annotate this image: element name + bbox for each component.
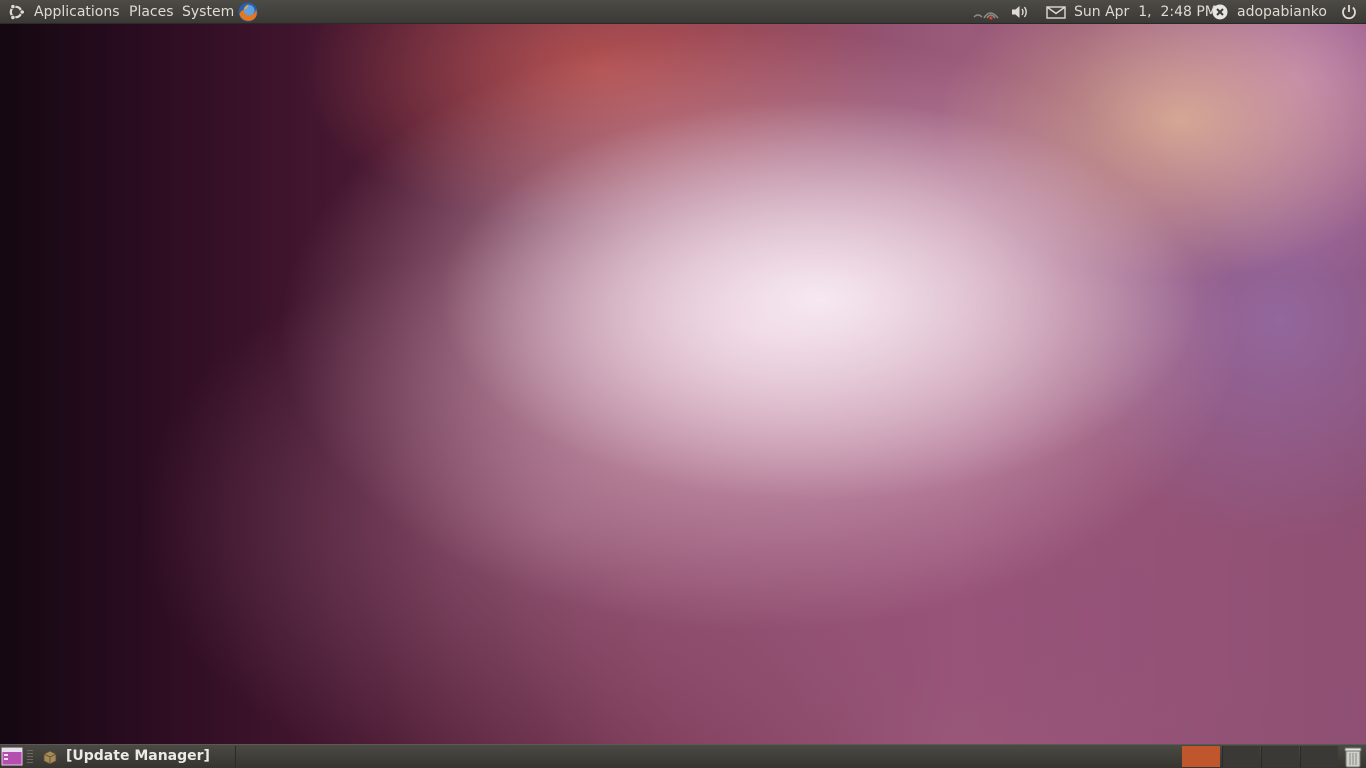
clock[interactable]: Sun Apr 1, 2:48 PM — [1074, 0, 1217, 24]
package-icon — [43, 750, 57, 765]
user-name[interactable]: adopabianko — [1237, 0, 1327, 24]
bottom-panel: [Update Manager] — [0, 744, 1366, 768]
desktop[interactable]: Applications Places System Sun Apr 1, 2:… — [0, 0, 1366, 768]
places-menu[interactable]: Places — [129, 0, 174, 24]
taskbar-button-update-manager[interactable]: [Update Manager] — [38, 746, 236, 767]
workspace-2[interactable] — [1222, 746, 1260, 767]
firefox-icon[interactable] — [237, 1, 259, 23]
show-desktop-icon[interactable] — [1, 747, 23, 766]
mail-icon[interactable] — [1046, 6, 1066, 19]
panel-drag-handle[interactable] — [27, 750, 33, 764]
user-status-icon[interactable] — [1212, 4, 1228, 20]
workspace-3[interactable] — [1261, 746, 1299, 767]
workspace-4[interactable] — [1300, 746, 1338, 767]
top-panel: Applications Places System Sun Apr 1, 2:… — [0, 0, 1366, 24]
system-menu[interactable]: System — [182, 0, 234, 24]
network-icon[interactable] — [972, 3, 1002, 21]
workspace-1[interactable] — [1182, 746, 1220, 767]
applications-menu[interactable]: Applications — [34, 0, 120, 24]
taskbar-button-label: [Update Manager] — [66, 748, 210, 764]
trash-icon[interactable] — [1343, 746, 1363, 768]
volume-icon[interactable] — [1010, 4, 1030, 20]
ubuntu-logo-icon[interactable] — [7, 3, 25, 21]
workspace-switcher — [1182, 745, 1340, 768]
power-icon[interactable] — [1340, 3, 1358, 21]
